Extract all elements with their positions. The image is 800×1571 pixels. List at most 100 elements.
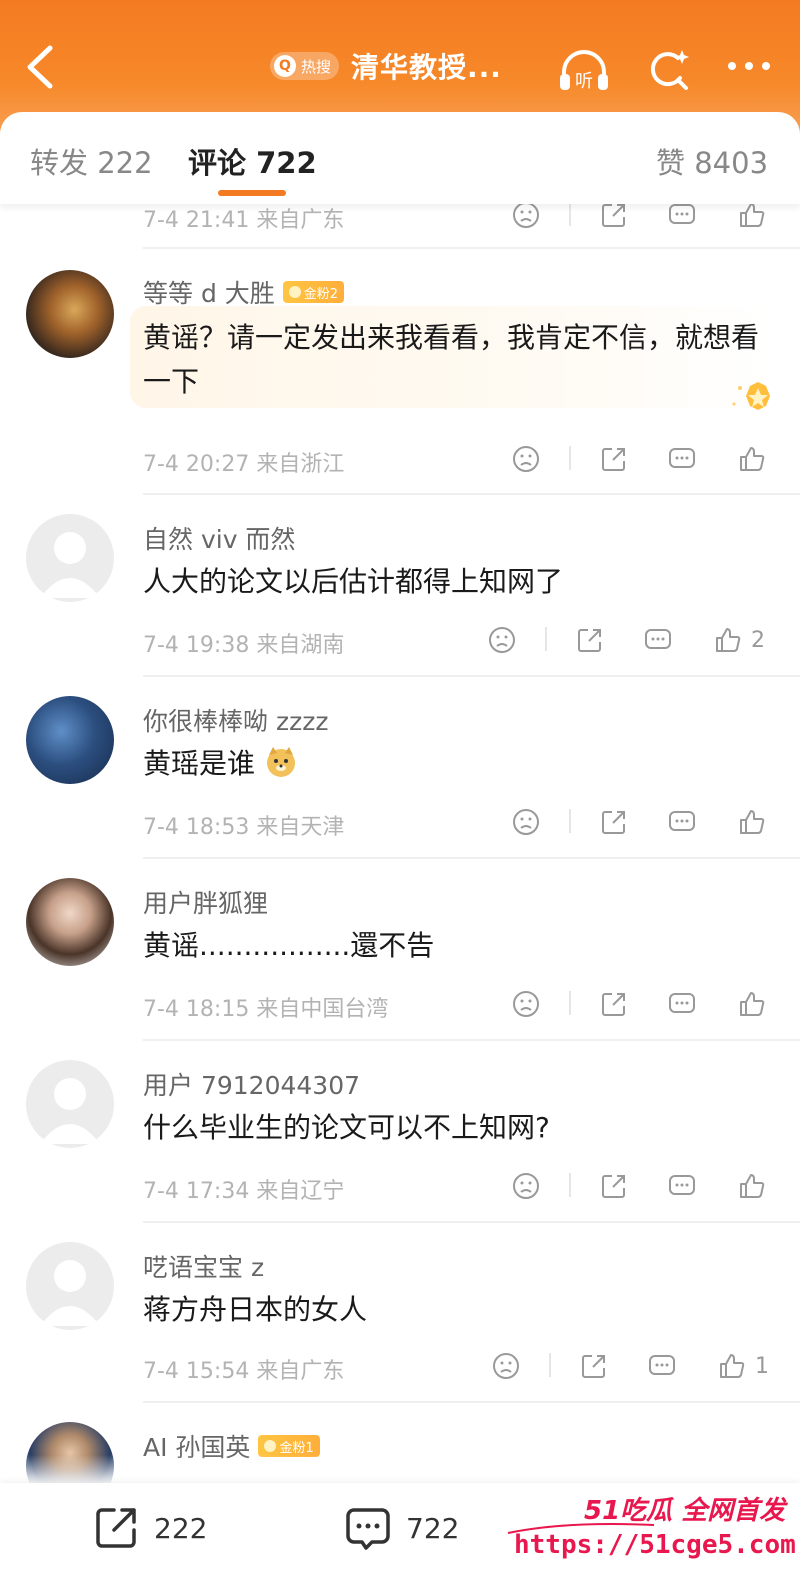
repost-button[interactable]: 222 xyxy=(92,1503,207,1553)
dislike-button[interactable] xyxy=(491,1349,521,1383)
tab-likes[interactable]: 赞 8403 xyxy=(656,140,768,182)
reply-button[interactable] xyxy=(643,623,673,657)
dislike-button[interactable] xyxy=(511,805,541,839)
comment-content: 黄谣.................還不告 xyxy=(143,929,435,962)
like-count: 1 xyxy=(755,1353,769,1379)
thumbs-up-icon xyxy=(740,992,765,1016)
listen-button[interactable]: 听 xyxy=(556,44,608,94)
back-button[interactable] xyxy=(20,42,64,92)
like-count: 2 xyxy=(751,627,765,653)
share-button[interactable] xyxy=(599,987,629,1021)
like-button[interactable] xyxy=(737,442,775,476)
share-icon xyxy=(602,204,625,227)
comment-meta: 7-4 19:38 来自湖南 2 xyxy=(143,621,783,661)
separator xyxy=(569,991,571,1015)
frown-icon xyxy=(513,202,539,228)
divider xyxy=(143,1221,800,1223)
comment-time-location: 7-4 19:38 来自湖南 xyxy=(143,633,345,658)
comment-username[interactable]: 你很棒棒呦 zzzz xyxy=(143,702,328,738)
comment-meta: 7-4 15:54 来自广东 1 xyxy=(143,1347,783,1387)
default-avatar-icon xyxy=(40,532,100,598)
comment-time-location: 7-4 21:41 来自广东 xyxy=(143,208,345,233)
share-button[interactable] xyxy=(579,1349,609,1383)
comment-content: 什么毕业生的论文可以不上知网? xyxy=(143,1111,550,1144)
page-title: 清华教授... xyxy=(351,51,502,84)
dislike-button[interactable] xyxy=(511,1169,541,1203)
reply-button[interactable] xyxy=(667,987,697,1021)
avatar[interactable] xyxy=(26,878,114,966)
comment-username[interactable]: 自然 viv 而然 xyxy=(143,520,295,556)
thumbs-up-icon xyxy=(740,203,765,227)
title-wrap[interactable]: Q 热搜 清华教授... xyxy=(270,46,502,86)
share-button[interactable] xyxy=(599,1169,629,1203)
more-button[interactable] xyxy=(724,44,774,94)
username-text: 用户 7912044307 xyxy=(143,1071,361,1100)
comment-username[interactable]: 等等 d 大胜 金粉2 xyxy=(143,274,345,310)
scroll-fade xyxy=(0,1455,800,1485)
like-button[interactable] xyxy=(737,1169,775,1203)
avatar[interactable] xyxy=(26,270,114,358)
frown-icon xyxy=(513,446,539,472)
avatar[interactable] xyxy=(26,1242,114,1330)
comment-content: 人大的论文以后估计都得上知网了 xyxy=(143,565,564,598)
divider xyxy=(143,1401,800,1403)
comment-time-location: 7-4 17:34 来自辽宁 xyxy=(143,1179,345,1204)
share-button[interactable] xyxy=(599,805,629,839)
badge-label: 金粉2 xyxy=(303,286,339,302)
comment-content: 黄瑶是谁 xyxy=(143,742,298,786)
separator xyxy=(545,627,547,651)
comment-text: 黄瑶是谁 xyxy=(143,747,256,780)
comment-icon xyxy=(669,1175,695,1195)
comment-username[interactable]: 呓语宝宝 z xyxy=(143,1248,264,1284)
username-text: 用户胖狐狸 xyxy=(143,889,269,918)
separator xyxy=(569,202,571,226)
reply-button[interactable] xyxy=(667,442,697,476)
divider xyxy=(143,493,800,495)
username-text: 你很棒棒呦 zzzz xyxy=(143,707,329,736)
comment-username[interactable]: 用户胖狐狸 xyxy=(143,884,268,920)
comment-icon xyxy=(346,1508,390,1550)
reply-button[interactable] xyxy=(667,1169,697,1203)
comment-meta: 7-4 18:53 来自天津 xyxy=(143,803,783,843)
like-button[interactable] xyxy=(737,805,775,839)
watermark-title: 51吃瓜 全网首发 xyxy=(584,1496,786,1526)
comment-username[interactable]: 用户 7912044307 xyxy=(143,1066,360,1102)
divider xyxy=(143,1039,800,1041)
search-button[interactable] xyxy=(644,44,694,94)
frown-icon xyxy=(513,991,539,1017)
fan-badge: 金粉1 xyxy=(258,1435,320,1457)
divider xyxy=(143,857,800,859)
comment-time-location: 7-4 18:15 来自中国台湾 xyxy=(143,997,389,1022)
reply-button[interactable] xyxy=(667,805,697,839)
badge-label: 金粉1 xyxy=(279,1440,314,1456)
headphones-icon: 听 xyxy=(560,50,608,92)
username-text: 等等 d 大胜 xyxy=(143,279,275,308)
avatar[interactable] xyxy=(26,514,114,602)
fan-badge: 金粉2 xyxy=(282,281,345,303)
comment-button[interactable]: 722 xyxy=(344,1503,459,1553)
share-button[interactable] xyxy=(599,442,629,476)
tab-comments[interactable]: 评论 722 xyxy=(188,140,317,182)
comment-count: 722 xyxy=(406,1511,460,1545)
comment-icon xyxy=(669,993,695,1013)
separator xyxy=(549,1353,551,1377)
comment-meta: 7-4 17:34 来自辽宁 xyxy=(143,1167,783,1207)
dislike-button[interactable] xyxy=(487,623,517,657)
like-button[interactable]: 2 xyxy=(713,623,765,657)
dislike-button[interactable] xyxy=(511,442,541,476)
thumbs-up-icon xyxy=(716,628,741,652)
avatar[interactable] xyxy=(26,1060,114,1148)
reply-button[interactable] xyxy=(647,1349,677,1383)
share-icon xyxy=(602,993,625,1016)
chevron-left-icon xyxy=(27,45,53,89)
hot-search-badge[interactable]: Q 热搜 xyxy=(270,52,340,80)
share-icon xyxy=(602,448,625,471)
like-button[interactable] xyxy=(737,987,775,1021)
like-button[interactable]: 1 xyxy=(717,1349,769,1383)
share-button[interactable] xyxy=(575,623,605,657)
tab-repost[interactable]: 转发 222 xyxy=(30,140,153,182)
avatar[interactable] xyxy=(26,696,114,784)
dislike-button[interactable] xyxy=(511,987,541,1021)
repost-count: 222 xyxy=(154,1511,208,1545)
divider xyxy=(143,247,800,249)
